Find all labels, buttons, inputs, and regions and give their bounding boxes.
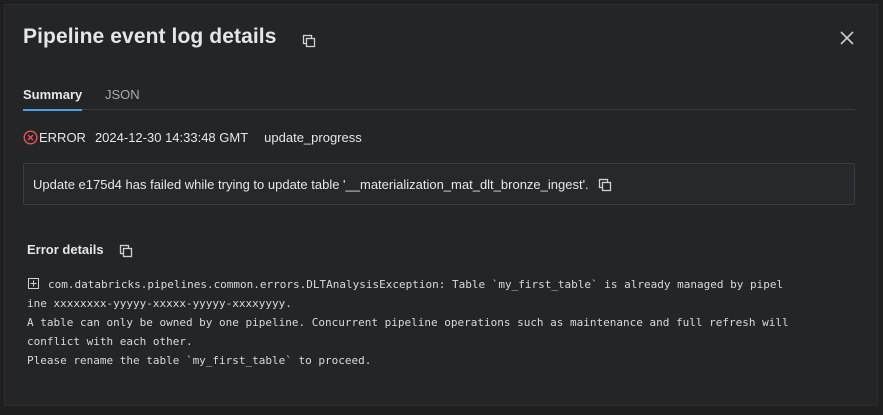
event-message-box: Update e175d4 has failed while trying to… [23,163,855,205]
copy-message-icon[interactable] [598,178,612,192]
expand-icon[interactable] [28,276,39,289]
error-icon [23,129,38,145]
copy-title-icon[interactable] [302,34,316,48]
event-level: ERROR [39,129,86,145]
error-line: A table can only be owned by one pipelin… [27,316,789,329]
event-message: Update e175d4 has failed while trying to… [33,176,589,192]
dialog-title: Pipeline event log details [23,25,277,48]
error-line: conflict with each other. [27,335,193,348]
tab-bar: Summary JSON [23,83,855,111]
event-log-dialog: Pipeline event log details Summary JSON … [4,4,878,406]
error-line: Please rename the table `my_first_table`… [27,354,372,367]
error-details-title: Error details [27,242,104,257]
tab-json[interactable]: JSON [105,87,140,109]
error-line: ine xxxxxxxx-yyyyy-xxxxx-yyyyy-xxxxyyyy. [27,297,292,310]
tab-summary[interactable]: Summary [23,87,83,111]
error-line: com.databricks.pipelines.common.errors.D… [27,275,867,294]
copy-error-details-icon[interactable] [119,244,133,258]
event-type: update_progress [264,129,362,145]
event-timestamp: 2024-12-30 14:33:48 GMT [94,129,249,145]
error-stack-trace: com.databricks.pipelines.common.errors.D… [27,275,867,370]
event-status-row: ERROR 2024-12-30 14:33:48 GMT update_pro… [23,128,362,146]
close-icon[interactable] [838,29,856,47]
